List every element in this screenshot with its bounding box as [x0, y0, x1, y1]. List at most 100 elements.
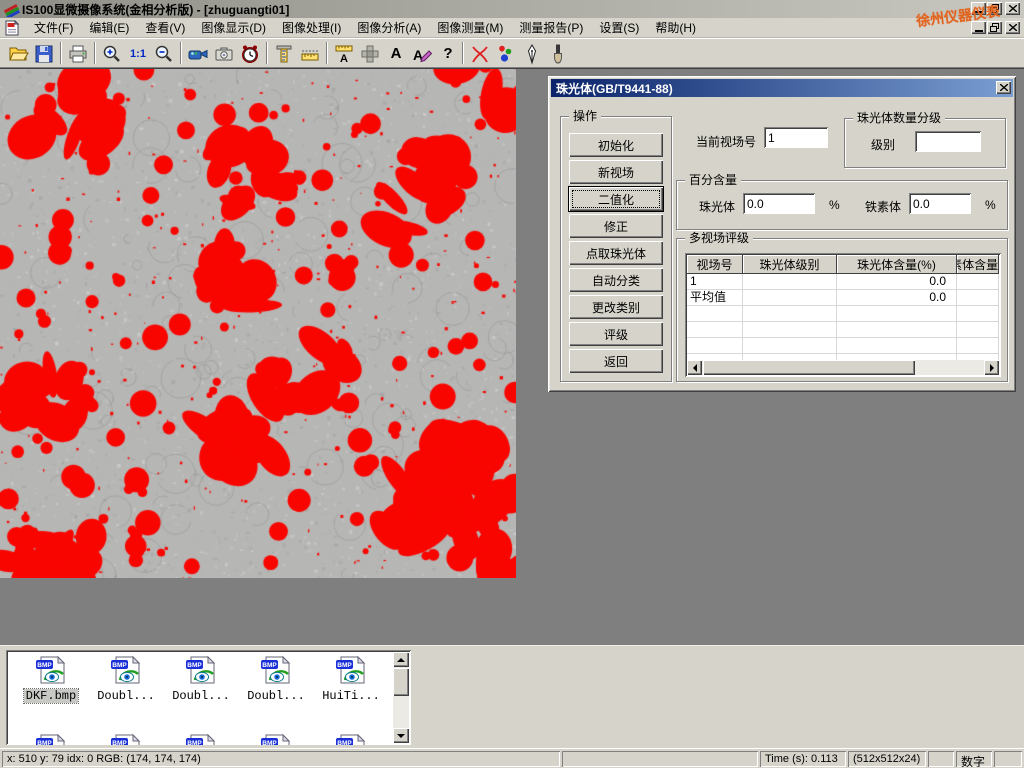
- status-spacer: [562, 751, 758, 767]
- print-button[interactable]: [66, 41, 90, 66]
- timer-button[interactable]: [238, 41, 262, 66]
- ruler-horizontal-button[interactable]: [298, 41, 322, 66]
- table-row[interactable]: [687, 322, 999, 338]
- file-name[interactable]: HuiTi...: [320, 689, 382, 703]
- snapshot-button[interactable]: [212, 41, 236, 66]
- file-item-partial[interactable]: BMP: [314, 733, 388, 745]
- percent-group-label: 百分含量: [685, 173, 741, 187]
- vscroll-thumb[interactable]: [393, 668, 409, 696]
- file-list[interactable]: BMP DKF.bmp BMP Doubl... BMP Doubl...: [6, 650, 411, 745]
- ferrite-percent-input[interactable]: [909, 193, 971, 214]
- zoom-in-button[interactable]: [100, 41, 124, 66]
- return-button[interactable]: 返回: [569, 349, 663, 373]
- pick-pearlite-button[interactable]: 点取珠光体: [569, 241, 663, 265]
- hscroll-thumb[interactable]: [703, 360, 915, 375]
- file-item-partial[interactable]: BMP: [14, 733, 88, 745]
- hscroll-left-button[interactable]: [687, 360, 702, 375]
- auto-classify-button[interactable]: 自动分类: [569, 268, 663, 292]
- dialog-title: 珠光体(GB/T9441-88): [556, 80, 673, 97]
- table-row[interactable]: [687, 338, 999, 354]
- pen-button[interactable]: [520, 41, 544, 66]
- toolbar-separator: [266, 42, 268, 64]
- file-name[interactable]: Doubl...: [245, 689, 307, 703]
- operation-group: 操作 初始化 新视场 二值化 修正 点取珠光体 自动分类 更改类别 评级 返回: [560, 116, 672, 382]
- video-camera-icon: [187, 43, 209, 65]
- status-bar: x: 510 y: 79 idx: 0 RGB: (174, 174, 174)…: [0, 748, 1024, 768]
- file-name[interactable]: Doubl...: [95, 689, 157, 703]
- vscroll-down-button[interactable]: [393, 728, 409, 743]
- menu-measure-report[interactable]: 测量报告(P): [511, 17, 591, 38]
- bmp-file-icon: BMP: [35, 655, 67, 685]
- mdi-restore-button[interactable]: [987, 21, 1002, 34]
- grid-tool-button[interactable]: [358, 41, 382, 66]
- menu-help[interactable]: 帮助(H): [647, 17, 704, 38]
- caliper-vertical-button[interactable]: [272, 41, 296, 66]
- file-item-partial[interactable]: BMP: [164, 733, 238, 745]
- file-name[interactable]: Doubl...: [170, 689, 232, 703]
- file-item[interactable]: BMP Doubl...: [89, 655, 163, 703]
- save-button[interactable]: [32, 41, 56, 66]
- file-item[interactable]: BMP DKF.bmp: [14, 655, 88, 703]
- zoom-out-icon: [153, 43, 175, 65]
- status-position: x: 510 y: 79 idx: 0 RGB: (174, 174, 174): [2, 751, 560, 767]
- help-icon: ?: [443, 45, 452, 62]
- table-row[interactable]: 平均值0.0: [687, 290, 999, 306]
- file-item[interactable]: BMP Doubl...: [164, 655, 238, 703]
- file-item[interactable]: BMP HuiTi...: [314, 655, 388, 703]
- toolbar: 1:1: [0, 38, 1024, 68]
- color-classify-button[interactable]: [494, 41, 518, 66]
- vscroll-up-button[interactable]: [393, 652, 409, 667]
- menu-settings[interactable]: 设置(S): [591, 17, 647, 38]
- table-row[interactable]: 10.0: [687, 274, 999, 290]
- initialize-button[interactable]: 初始化: [569, 133, 663, 157]
- file-list-vscrollbar[interactable]: [393, 652, 409, 743]
- table-hscrollbar[interactable]: [687, 360, 999, 375]
- specimen-image[interactable]: [0, 69, 516, 578]
- dialog-close-button[interactable]: [996, 81, 1011, 94]
- grade-group-label: 珠光体数量分级: [853, 111, 945, 125]
- table-row[interactable]: [687, 306, 999, 322]
- curve-erase-button[interactable]: [468, 41, 492, 66]
- ferrite-unit: %: [985, 198, 996, 212]
- new-field-button[interactable]: 新视场: [569, 160, 663, 184]
- correct-button[interactable]: 修正: [569, 214, 663, 238]
- menu-image-process[interactable]: 图像处理(I): [274, 17, 349, 38]
- video-capture-button[interactable]: [186, 41, 210, 66]
- multiview-group: 多视场评级 视场号 珠光体级别 珠光体含量(%) 铁素体含量(%) 10.0 平…: [676, 238, 1008, 382]
- grade-button[interactable]: 评级: [569, 322, 663, 346]
- menu-bar: 文件(F) 编辑(E) 查看(V) 图像显示(D) 图像处理(I) 图像分析(A…: [0, 18, 1024, 38]
- menu-edit[interactable]: 编辑(E): [81, 17, 137, 38]
- actual-size-button[interactable]: 1:1: [126, 41, 150, 66]
- svg-text:BMP: BMP: [337, 662, 352, 669]
- percent-group: 百分含量 珠光体 % 铁素体 %: [676, 180, 1008, 230]
- menu-view[interactable]: 查看(V): [137, 17, 193, 38]
- file-item[interactable]: BMP Doubl...: [239, 655, 313, 703]
- menu-file[interactable]: 文件(F): [26, 17, 81, 38]
- close-button[interactable]: [1005, 2, 1020, 15]
- mdi-close-button[interactable]: [1005, 21, 1020, 34]
- menu-image-analysis[interactable]: 图像分析(A): [349, 17, 429, 38]
- zoom-out-button[interactable]: [152, 41, 176, 66]
- pearlite-percent-input[interactable]: [743, 193, 815, 214]
- open-file-button[interactable]: [6, 41, 30, 66]
- change-class-button[interactable]: 更改类别: [569, 295, 663, 319]
- multiview-table[interactable]: 视场号 珠光体级别 珠光体含量(%) 铁素体含量(%) 10.0 平均值0.0: [685, 253, 1001, 377]
- operation-group-label: 操作: [569, 109, 601, 123]
- level-input[interactable]: [915, 131, 981, 152]
- text-annotate-button[interactable]: A: [384, 41, 408, 66]
- measure-text-icon: A: [333, 43, 355, 65]
- file-item-partial[interactable]: BMP: [239, 733, 313, 745]
- measure-text-button[interactable]: A: [332, 41, 356, 66]
- file-item-partial[interactable]: BMP: [89, 733, 163, 745]
- text-edit-button[interactable]: A: [410, 41, 434, 66]
- menu-image-display[interactable]: 图像显示(D): [193, 17, 274, 38]
- binarize-button[interactable]: 二值化: [569, 187, 663, 211]
- open-file-icon: [7, 43, 29, 65]
- current-view-input[interactable]: [764, 127, 828, 148]
- hscroll-right-button[interactable]: [984, 360, 999, 375]
- file-name[interactable]: DKF.bmp: [24, 689, 78, 703]
- toolbar-separator: [462, 42, 464, 64]
- menu-image-measure[interactable]: 图像测量(M): [429, 17, 511, 38]
- help-button[interactable]: ?: [436, 41, 460, 66]
- brush-button[interactable]: [546, 41, 570, 66]
